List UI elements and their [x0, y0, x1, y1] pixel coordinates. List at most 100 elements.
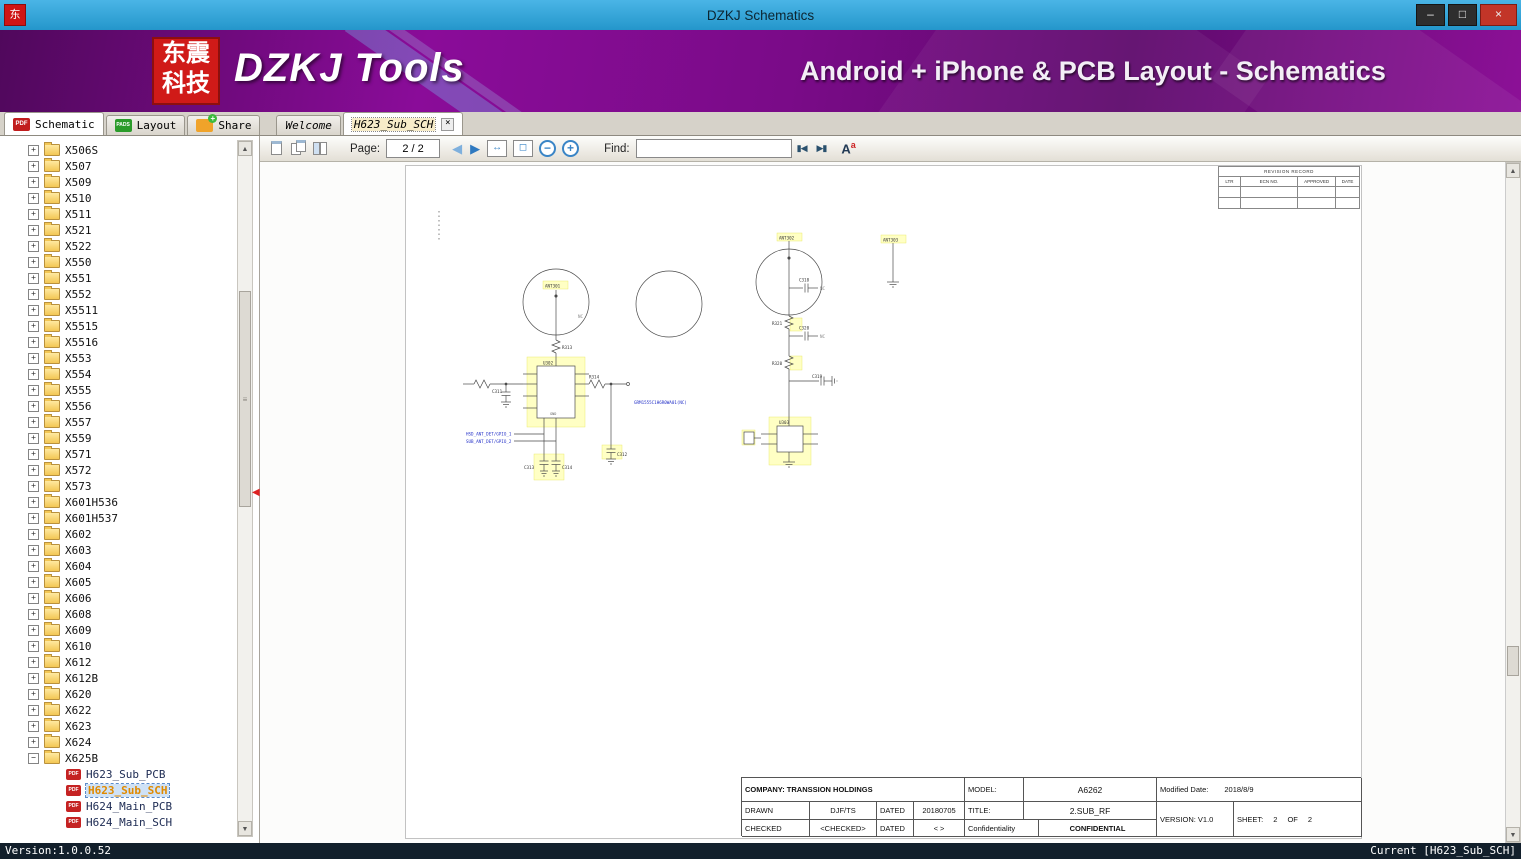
tree-folder-X5516[interactable]: + X5516: [0, 334, 235, 350]
find-input[interactable]: [635, 139, 792, 158]
tree-scrollbar[interactable]: ▲ ≡ ▼: [237, 140, 253, 837]
tree-folder-X601H537[interactable]: + X601H537: [0, 510, 235, 526]
tree-folder-X553[interactable]: + X553: [0, 350, 235, 366]
expand-toggle-icon[interactable]: +: [28, 144, 39, 156]
expand-toggle-icon[interactable]: +: [28, 448, 39, 460]
expand-toggle-icon[interactable]: +: [28, 304, 39, 316]
tree-folder-X555[interactable]: + X555: [0, 382, 235, 398]
tree-folder-X605[interactable]: + X605: [0, 574, 235, 590]
tab-schematic[interactable]: PDF Schematic: [4, 112, 104, 135]
tree-file-H624_Main_SCH[interactable]: PDF H624_Main_SCH: [0, 814, 235, 830]
expand-toggle-icon[interactable]: +: [28, 576, 39, 588]
doc-tab-welcome[interactable]: Welcome: [276, 115, 341, 135]
tree-folder-X571[interactable]: + X571: [0, 446, 235, 462]
tree-folder-X573[interactable]: + X573: [0, 478, 235, 494]
expand-toggle-icon[interactable]: +: [28, 432, 39, 444]
expand-toggle-icon[interactable]: +: [28, 608, 39, 620]
tree-folder-X5515[interactable]: + X5515: [0, 318, 235, 334]
expand-toggle-icon[interactable]: +: [28, 592, 39, 604]
zoom-in-button[interactable]: +: [562, 140, 580, 157]
tree-folder-X556[interactable]: + X556: [0, 398, 235, 414]
expand-toggle-icon[interactable]: +: [28, 288, 39, 300]
tab-layout[interactable]: PADS Layout: [105, 115, 186, 135]
expand-toggle-icon[interactable]: +: [28, 400, 39, 412]
tree-folder-X624[interactable]: + X624: [0, 734, 235, 750]
tree-folder-X604[interactable]: + X604: [0, 558, 235, 574]
expand-toggle-icon[interactable]: +: [28, 656, 39, 668]
expand-toggle-icon[interactable]: +: [28, 320, 39, 332]
tree-folder-X559[interactable]: + X559: [0, 430, 235, 446]
expand-toggle-icon[interactable]: +: [28, 272, 39, 284]
expand-toggle-icon[interactable]: −: [28, 752, 39, 764]
scroll-down-icon[interactable]: ▼: [238, 821, 252, 836]
expand-toggle-icon[interactable]: +: [28, 544, 39, 556]
tree-file-H623_Sub_SCH[interactable]: PDF H623_Sub_SCH: [0, 782, 235, 798]
font-size-icon[interactable]: Aa: [841, 140, 855, 156]
expand-toggle-icon[interactable]: +: [28, 416, 39, 428]
tree-folder-X551[interactable]: + X551: [0, 270, 235, 286]
next-page-button[interactable]: ▶: [470, 141, 480, 157]
tree-folder-X612B[interactable]: + X612B: [0, 670, 235, 686]
tree-folder-X507[interactable]: + X507: [0, 158, 235, 174]
tree-file-H623_Sub_PCB[interactable]: PDF H623_Sub_PCB: [0, 766, 235, 782]
tree-folder-X511[interactable]: + X511: [0, 206, 235, 222]
tree-folder-X554[interactable]: + X554: [0, 366, 235, 382]
fit-page-button[interactable]: ◻: [513, 140, 534, 157]
expand-toggle-icon[interactable]: +: [28, 528, 39, 540]
expand-toggle-icon[interactable]: +: [28, 384, 39, 396]
tree-folder-X557[interactable]: + X557: [0, 414, 235, 430]
tree-folder-X623[interactable]: + X623: [0, 718, 235, 734]
expand-toggle-icon[interactable]: +: [28, 160, 39, 172]
tree-folder-X602[interactable]: + X602: [0, 526, 235, 542]
tree-folder-X509[interactable]: + X509: [0, 174, 235, 190]
tree-folder-X552[interactable]: + X552: [0, 286, 235, 302]
previous-page-button[interactable]: ◀: [452, 141, 462, 157]
continuous-view-icon[interactable]: [290, 140, 307, 157]
tree-folder-X572[interactable]: + X572: [0, 462, 235, 478]
minimize-button[interactable]: –: [1416, 4, 1445, 26]
close-tab-icon[interactable]: ×: [441, 117, 455, 131]
expand-toggle-icon[interactable]: +: [28, 672, 39, 684]
expand-toggle-icon[interactable]: +: [28, 736, 39, 748]
find-next-icon[interactable]: ▶▮: [817, 143, 828, 154]
expand-toggle-icon[interactable]: +: [28, 256, 39, 268]
tree-folder-X550[interactable]: + X550: [0, 254, 235, 270]
expand-toggle-icon[interactable]: +: [28, 688, 39, 700]
scroll-up-icon[interactable]: ▲: [238, 141, 252, 156]
expand-toggle-icon[interactable]: +: [28, 624, 39, 636]
tree-folder-X606[interactable]: + X606: [0, 590, 235, 606]
tree-folder-X610[interactable]: + X610: [0, 638, 235, 654]
vertical-scrollbar-thumb[interactable]: [1507, 646, 1519, 676]
expand-toggle-icon[interactable]: +: [28, 176, 39, 188]
scroll-down-icon[interactable]: ▼: [1506, 827, 1520, 842]
zoom-out-button[interactable]: −: [539, 140, 557, 157]
maximize-button[interactable]: □: [1448, 4, 1477, 26]
tree-file-H624_Main_PCB[interactable]: PDF H624_Main_PCB: [0, 798, 235, 814]
expand-toggle-icon[interactable]: +: [28, 464, 39, 476]
expand-toggle-icon[interactable]: +: [28, 208, 39, 220]
expand-toggle-icon[interactable]: +: [28, 512, 39, 524]
expand-toggle-icon[interactable]: +: [28, 192, 39, 204]
tree-folder-X522[interactable]: + X522: [0, 238, 235, 254]
expand-toggle-icon[interactable]: +: [28, 336, 39, 348]
expand-toggle-icon[interactable]: +: [28, 368, 39, 380]
single-page-view-icon[interactable]: [268, 140, 285, 157]
tree-scrollbar-thumb[interactable]: ≡: [239, 291, 251, 507]
expand-toggle-icon[interactable]: +: [28, 560, 39, 572]
tree-folder-X609[interactable]: + X609: [0, 622, 235, 638]
tree-folder-X612[interactable]: + X612: [0, 654, 235, 670]
expand-toggle-icon[interactable]: +: [28, 496, 39, 508]
tree-folder-X5511[interactable]: + X5511: [0, 302, 235, 318]
tree-folder-X521[interactable]: + X521: [0, 222, 235, 238]
expand-toggle-icon[interactable]: +: [28, 224, 39, 236]
expand-toggle-icon[interactable]: +: [28, 704, 39, 716]
page-input[interactable]: [386, 139, 441, 158]
tree-folder-X601H536[interactable]: + X601H536: [0, 494, 235, 510]
expand-toggle-icon[interactable]: +: [28, 240, 39, 252]
close-button[interactable]: ×: [1480, 4, 1517, 26]
tab-share[interactable]: + Share: [187, 114, 261, 135]
expand-toggle-icon[interactable]: +: [28, 640, 39, 652]
vertical-scrollbar[interactable]: ▲ ▼: [1505, 162, 1521, 843]
doc-tab-h623_sub_sch[interactable]: H623_Sub_SCH ×: [342, 112, 464, 135]
document-viewport[interactable]: ANT301 R313 NC U302 GND C311 R314 C312 G…: [260, 162, 1521, 843]
